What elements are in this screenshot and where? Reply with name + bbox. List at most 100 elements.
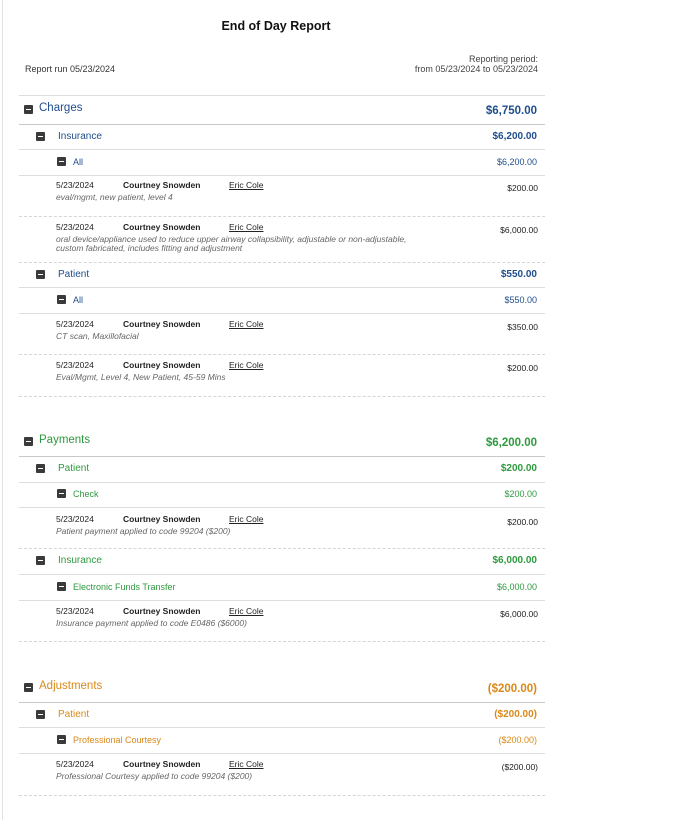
subgroup-label: Electronic Funds Transfer <box>73 582 176 592</box>
collapse-icon[interactable] <box>57 295 66 304</box>
subgroup-label: Professional Courtesy <box>73 735 162 745</box>
provider-link[interactable]: Eric Cole <box>229 514 263 524</box>
page-left-border <box>2 0 3 820</box>
section-adjustments-header[interactable]: Adjustments ($200.00) <box>19 679 545 699</box>
provider-link[interactable]: Eric Cole <box>229 222 263 232</box>
divider <box>19 149 545 150</box>
transaction-row: 5/23/2024 Courtney Snowden Eric Cole $6,… <box>56 606 538 634</box>
group-label: Patient <box>58 463 90 474</box>
subgroup-total: $6,200.00 <box>496 157 537 167</box>
subgroup-label: Check <box>73 489 99 499</box>
divider <box>19 124 545 125</box>
subgroup-total: $6,000.00 <box>496 582 537 592</box>
group-payments-patient-header[interactable]: Patient $200.00 <box>19 462 545 478</box>
collapse-icon[interactable] <box>57 157 66 166</box>
collapse-icon[interactable] <box>36 270 45 279</box>
provider-link[interactable]: Eric Cole <box>229 319 263 329</box>
patient-name: Courtney Snowden <box>123 360 201 370</box>
transaction-description: Patient payment applied to code 99204 ($… <box>56 526 231 536</box>
section-payments-total: $6,200.00 <box>485 437 537 449</box>
collapse-icon[interactable] <box>24 683 33 692</box>
transaction-description: Professional Courtesy applied to code 99… <box>56 771 253 781</box>
group-payments-insurance-header[interactable]: Insurance $6,000.00 <box>19 554 545 570</box>
collapse-icon[interactable] <box>57 735 66 744</box>
collapse-icon[interactable] <box>36 556 45 565</box>
collapse-icon[interactable] <box>24 437 33 446</box>
section-adjustments-label: Adjustments <box>39 680 103 692</box>
collapse-icon[interactable] <box>36 464 45 473</box>
group-total: ($200.00) <box>494 709 537 720</box>
section-charges-total: $6,750.00 <box>485 105 537 117</box>
group-adjustments-patient-header[interactable]: Patient ($200.00) <box>19 708 545 724</box>
transaction-amount: $350.00 <box>507 322 538 332</box>
subgroup-total: $550.00 <box>504 295 537 305</box>
transaction-date: 5/23/2024 <box>56 606 94 616</box>
collapse-icon[interactable] <box>57 489 66 498</box>
divider <box>19 313 545 314</box>
group-charges-insurance-header[interactable]: Insurance $6,200.00 <box>19 130 545 146</box>
collapse-icon[interactable] <box>24 105 33 114</box>
provider-link[interactable]: Eric Cole <box>229 180 263 190</box>
transaction-description: Insurance payment applied to code E0486 … <box>56 618 247 628</box>
group-label: Patient <box>58 269 90 280</box>
subgroup-label: All <box>73 157 84 167</box>
transaction-date: 5/23/2024 <box>56 759 94 769</box>
divider <box>19 354 545 355</box>
provider-link[interactable]: Eric Cole <box>229 606 263 616</box>
transaction-row: 5/23/2024 Courtney Snowden Eric Cole $6,… <box>56 222 538 258</box>
section-payments-header[interactable]: Payments $6,200.00 <box>19 433 545 453</box>
patient-name: Courtney Snowden <box>123 222 201 232</box>
group-total: $550.00 <box>500 269 537 280</box>
divider <box>19 262 545 263</box>
divider <box>19 456 545 457</box>
report-run-date: Report run 05/23/2024 <box>25 64 116 74</box>
divider <box>19 216 545 217</box>
transaction-date: 5/23/2024 <box>56 222 94 232</box>
transaction-amount: $6,000.00 <box>500 225 538 235</box>
collapse-icon[interactable] <box>36 132 45 141</box>
section-charges-header[interactable]: Charges $6,750.00 <box>19 101 545 121</box>
transaction-description: CT scan, Maxillofacial <box>56 331 139 341</box>
patient-name: Courtney Snowden <box>123 180 201 190</box>
transaction-amount: $200.00 <box>507 183 538 193</box>
patient-name: Courtney Snowden <box>123 319 201 329</box>
transaction-amount: $200.00 <box>507 363 538 373</box>
transaction-row: 5/23/2024 Courtney Snowden Eric Cole $20… <box>56 180 538 208</box>
patient-name: Courtney Snowden <box>123 759 201 769</box>
subgroup-charges-insurance-all-header[interactable]: All $6,200.00 <box>19 156 545 170</box>
transaction-amount: $200.00 <box>507 517 538 527</box>
subgroup-payments-check-header[interactable]: Check $200.00 <box>19 488 545 502</box>
transaction-row: 5/23/2024 Courtney Snowden Eric Cole ($2… <box>56 759 538 787</box>
provider-link[interactable]: Eric Cole <box>229 360 263 370</box>
reporting-period-range: from 05/23/2024 to 05/23/2024 <box>414 64 538 74</box>
divider <box>19 287 545 288</box>
transaction-date: 5/23/2024 <box>56 514 94 524</box>
divider <box>19 702 545 703</box>
group-total: $200.00 <box>500 463 537 474</box>
group-charges-patient-header[interactable]: Patient $550.00 <box>19 268 545 284</box>
collapse-icon[interactable] <box>36 710 45 719</box>
transaction-description: eval/mgmt, new patient, level 4 <box>56 192 173 202</box>
patient-name: Courtney Snowden <box>123 606 201 616</box>
divider <box>19 396 545 397</box>
divider <box>19 795 545 796</box>
subgroup-adjustments-courtesy-header[interactable]: Professional Courtesy ($200.00) <box>19 734 545 748</box>
subgroup-payments-eft-header[interactable]: Electronic Funds Transfer $6,000.00 <box>19 581 545 595</box>
group-label: Patient <box>58 709 90 720</box>
collapse-icon[interactable] <box>57 582 66 591</box>
transaction-row: 5/23/2024 Courtney Snowden Eric Cole $20… <box>56 360 538 388</box>
transaction-row: 5/23/2024 Courtney Snowden Eric Cole $35… <box>56 319 538 347</box>
transaction-description: Eval/Mgmt, Level 4, New Patient, 45-59 M… <box>56 372 226 382</box>
transaction-amount: $6,000.00 <box>500 609 538 619</box>
subgroup-label: All <box>73 295 84 305</box>
group-total: $6,000.00 <box>492 555 538 566</box>
section-adjustments-total: ($200.00) <box>487 683 537 695</box>
divider <box>19 548 545 549</box>
group-total: $6,200.00 <box>492 131 538 142</box>
transaction-date: 5/23/2024 <box>56 180 94 190</box>
transaction-date: 5/23/2024 <box>56 360 94 370</box>
section-charges-label: Charges <box>39 102 83 114</box>
provider-link[interactable]: Eric Cole <box>229 759 263 769</box>
subgroup-charges-patient-all-header[interactable]: All $550.00 <box>19 294 545 308</box>
transaction-description: oral device/appliance used to reduce upp… <box>56 234 407 253</box>
